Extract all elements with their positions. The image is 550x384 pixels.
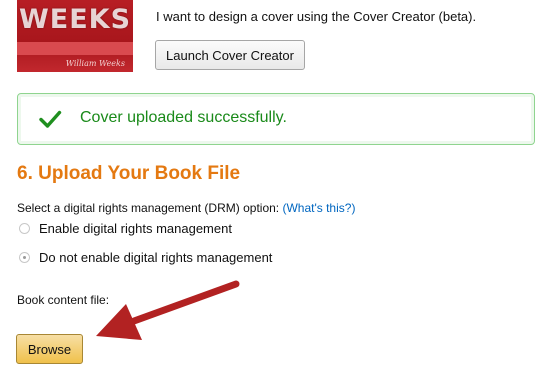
checkmark-icon	[39, 110, 62, 128]
success-alert: Cover uploaded successfully.	[17, 93, 535, 145]
browse-button[interactable]: Browse	[16, 334, 83, 364]
drm-option-enable[interactable]: Enable digital rights management	[19, 220, 232, 236]
cover-thumbnail-title: WEEKS	[19, 4, 132, 35]
drm-label-text: Select a digital rights management (DRM)…	[17, 201, 280, 215]
drm-option-disable[interactable]: Do not enable digital rights management	[19, 249, 272, 265]
drm-disable-radio[interactable]	[19, 251, 30, 263]
launch-cover-creator-button[interactable]: Launch Cover Creator	[155, 40, 305, 70]
success-message: Cover uploaded successfully.	[80, 109, 287, 126]
drm-label: Select a digital rights management (DRM)…	[17, 201, 355, 215]
section-title: 6. Upload Your Book File	[17, 163, 241, 184]
cover-thumbnail-band	[17, 42, 133, 55]
cover-thumbnail-author: William Weeks	[65, 59, 125, 68]
cover-creator-option-text: I want to design a cover using the Cover…	[156, 9, 477, 24]
page: WEEKS William Weeks I want to design a c…	[0, 0, 550, 384]
drm-disable-label: Do not enable digital rights management	[39, 249, 273, 265]
drm-help-link[interactable]: (What's this?)	[282, 201, 355, 215]
cover-thumbnail: WEEKS William Weeks	[17, 0, 133, 72]
book-content-file-label: Book content file:	[17, 293, 110, 307]
drm-enable-label: Enable digital rights management	[39, 220, 232, 236]
drm-enable-radio[interactable]	[19, 222, 30, 234]
